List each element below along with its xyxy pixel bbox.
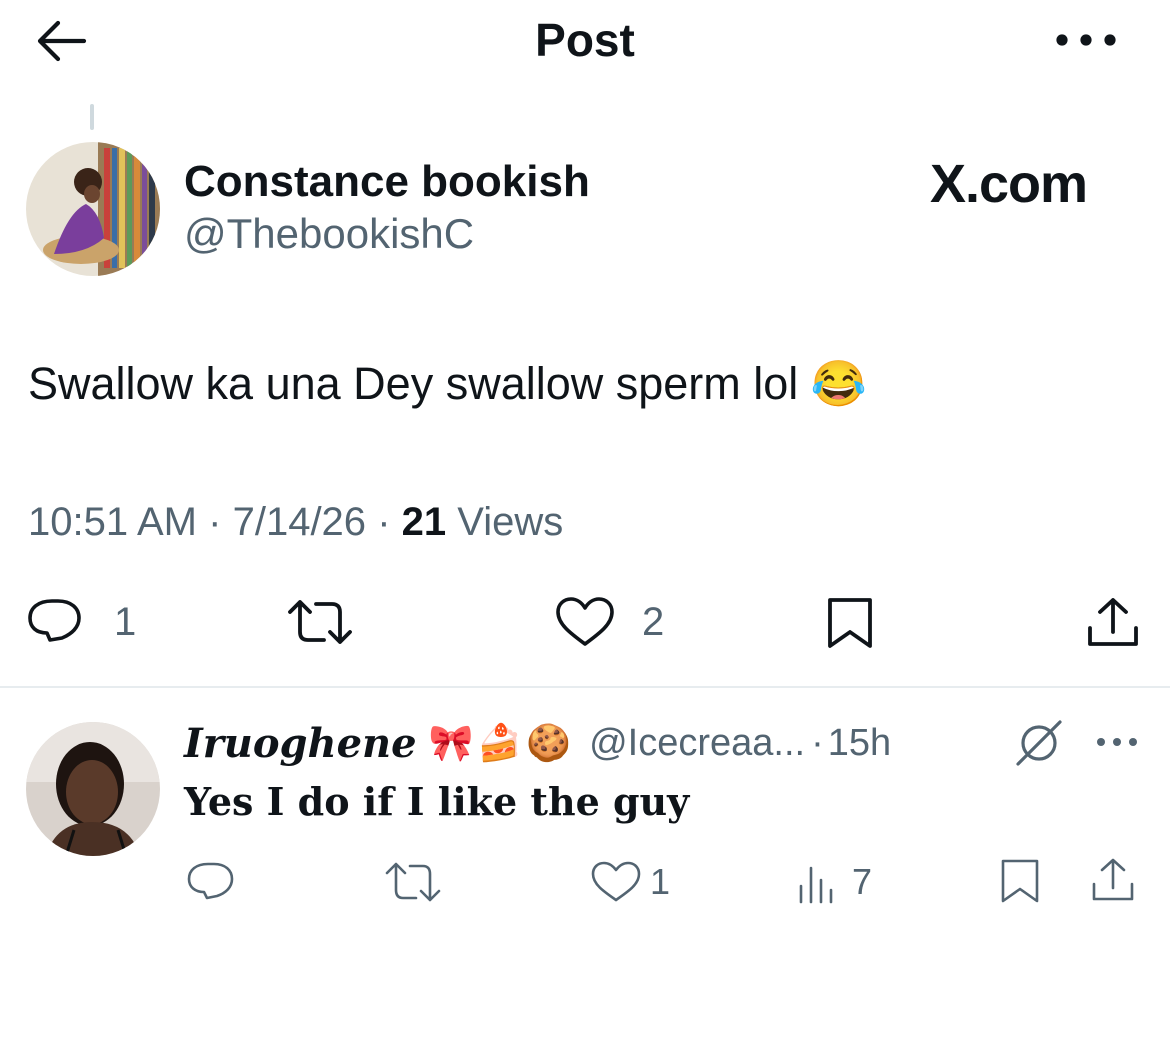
reply-share-button[interactable] bbox=[1090, 856, 1136, 904]
like-icon bbox=[556, 597, 614, 646]
meta-separator: · bbox=[377, 500, 391, 544]
bookmark-icon bbox=[1001, 859, 1039, 903]
like-count: 2 bbox=[642, 599, 665, 644]
reply-author-handle[interactable]: @Icecreaa... bbox=[589, 722, 805, 765]
reply-views-button[interactable]: 7 bbox=[796, 860, 872, 904]
reply-author-name[interactable]: Iruoghene bbox=[184, 720, 417, 767]
bookmark-button[interactable] bbox=[824, 596, 876, 650]
views-icon bbox=[799, 866, 833, 904]
reply-bookmark-button[interactable] bbox=[998, 858, 1042, 904]
post-text-body: Swallow ka una Dey swallow sperm lol bbox=[28, 358, 799, 409]
author-name[interactable]: Constance bookish bbox=[184, 156, 590, 208]
bookmark-icon bbox=[828, 598, 872, 648]
meta-separator: · bbox=[208, 500, 222, 544]
reply-name-emojis: 🎀🍰🍪 bbox=[428, 722, 576, 763]
reply-header: Iruoghene 🎀🍰🍪 @Icecreaa... · 15h bbox=[184, 716, 891, 770]
reply-like-count: 1 bbox=[650, 861, 671, 902]
page-title: Post bbox=[535, 14, 635, 66]
reply-age: 15h bbox=[827, 721, 892, 764]
post-meta: 10:51 AM · 7/14/26 · 21 Views bbox=[28, 496, 563, 548]
reply-button[interactable]: 1 bbox=[26, 596, 136, 648]
more-options-button[interactable] bbox=[1054, 24, 1118, 56]
like-button[interactable]: 2 bbox=[554, 596, 664, 648]
more-icon bbox=[1056, 34, 1116, 46]
reply-count: 1 bbox=[114, 599, 137, 644]
like-icon bbox=[591, 861, 641, 902]
no-reach-icon bbox=[1016, 720, 1062, 766]
reply-icon bbox=[187, 862, 234, 900]
reply-like-button[interactable]: 1 bbox=[590, 860, 670, 904]
reply-more-button[interactable] bbox=[1094, 730, 1140, 754]
repost-button[interactable] bbox=[286, 596, 354, 648]
divider bbox=[0, 686, 1170, 688]
reply-repost-button[interactable] bbox=[384, 860, 442, 904]
author-avatar[interactable] bbox=[26, 142, 160, 276]
share-button[interactable] bbox=[1086, 596, 1140, 650]
repost-icon bbox=[288, 600, 352, 644]
more-icon bbox=[1097, 738, 1137, 746]
thread-line bbox=[90, 104, 94, 130]
post-date: 7/14/26 bbox=[232, 500, 367, 544]
laughing-emoji: 😂 bbox=[810, 358, 867, 409]
author-handle[interactable]: @ThebookishC bbox=[184, 208, 474, 260]
share-icon bbox=[1092, 858, 1134, 901]
watermark: X.com bbox=[930, 154, 1088, 214]
post-time: 10:51 AM bbox=[28, 500, 198, 544]
views-label[interactable]: Views bbox=[457, 500, 563, 544]
reply-text: Yes I do if I like the guy bbox=[184, 779, 690, 824]
reply-meta-separator: · bbox=[811, 721, 824, 764]
repost-icon bbox=[385, 862, 441, 902]
reply-icon bbox=[28, 599, 81, 642]
post-text: Swallow ka una Dey swallow sperm lol 😂 bbox=[28, 354, 867, 414]
views-count[interactable]: 21 bbox=[402, 500, 447, 544]
reply-reply-button[interactable] bbox=[186, 860, 236, 904]
no-reach-button[interactable] bbox=[1014, 718, 1064, 768]
reply-views-count: 7 bbox=[852, 861, 873, 902]
reply-avatar[interactable] bbox=[26, 722, 160, 856]
share-icon bbox=[1088, 598, 1138, 646]
